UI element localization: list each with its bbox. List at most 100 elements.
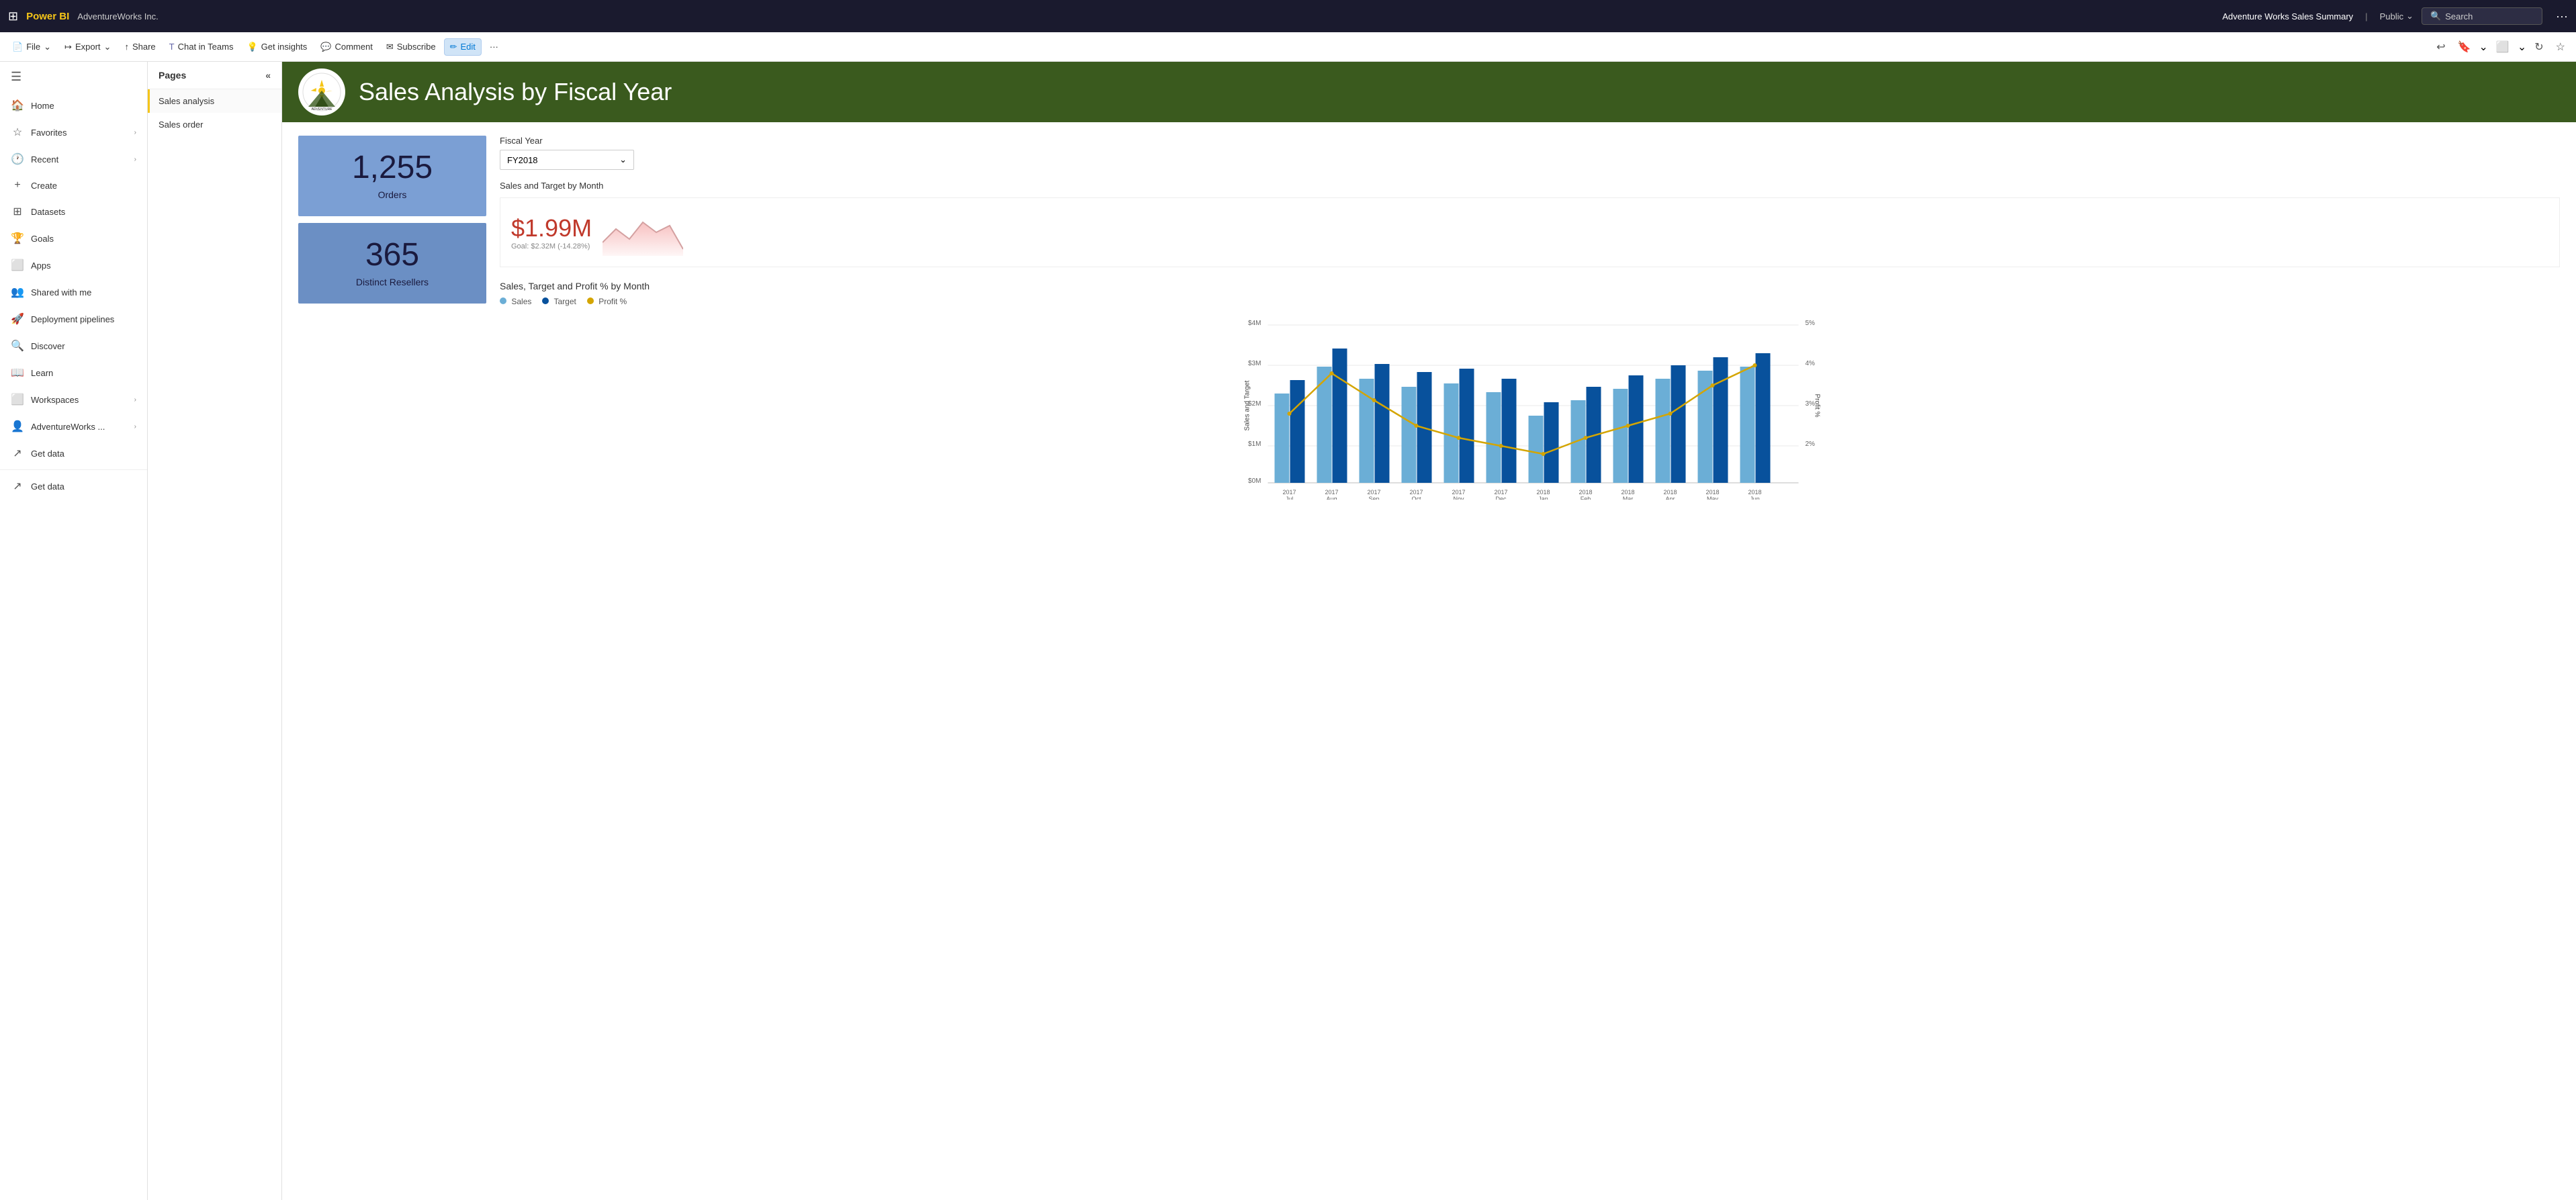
sidebar-item-shared[interactable]: 👥 Shared with me xyxy=(0,279,147,306)
more-options-icon[interactable]: ··· xyxy=(2556,9,2568,24)
waffle-icon[interactable]: ⊞ xyxy=(8,9,18,24)
sidebar-item-datasets[interactable]: ⊞ Datasets xyxy=(0,198,147,225)
file-icon: 📄 xyxy=(12,42,23,52)
chevron-right-icon: › xyxy=(134,156,136,163)
fiscal-year-dropdown[interactable]: FY2018 ⌄ xyxy=(500,150,634,170)
sidebar-label-apps: Apps xyxy=(31,261,51,271)
export-button[interactable]: ↦ Export ⌄ xyxy=(59,39,116,55)
sidebar-item-apps[interactable]: ⬜ Apps xyxy=(0,252,147,279)
apps-icon: ⬜ xyxy=(11,259,24,272)
sidebar-label-shared: Shared with me xyxy=(31,287,91,297)
bookmark-button[interactable]: 🔖 xyxy=(2454,38,2475,56)
goals-icon: 🏆 xyxy=(11,232,24,245)
svg-text:2017: 2017 xyxy=(1409,489,1423,496)
sidebar-item-adventureworks[interactable]: 👤 AdventureWorks ... › xyxy=(0,413,147,440)
legend-profit: Profit % xyxy=(587,297,627,306)
svg-text:2018: 2018 xyxy=(1748,489,1761,496)
fit-button[interactable]: ⬜ xyxy=(2492,38,2514,56)
favorites-icon: ☆ xyxy=(11,126,24,139)
sidebar-item-getdata[interactable]: ↗ Get data xyxy=(0,440,147,467)
sidebar-item-recent[interactable]: 🕐 Recent › xyxy=(0,146,147,173)
content-area: ADVENTURE Sales Analysis by Fiscal Year … xyxy=(282,62,2576,1200)
svg-text:2018: 2018 xyxy=(1663,489,1677,496)
favorite-button[interactable]: ☆ xyxy=(2552,38,2569,56)
sales-target-label: Sales and Target by Month xyxy=(500,181,2560,191)
deployment-icon: 🚀 xyxy=(11,312,24,326)
chat-in-teams-button[interactable]: T Chat in Teams xyxy=(164,39,239,54)
refresh-button[interactable]: ↻ xyxy=(2530,38,2547,56)
svg-text:$1M: $1M xyxy=(1248,441,1261,448)
page-item-sales_order[interactable]: Sales order xyxy=(148,113,281,136)
undo-button[interactable]: ↩ xyxy=(2432,38,2449,56)
search-placeholder: Search xyxy=(2445,11,2473,21)
svg-text:2018: 2018 xyxy=(1705,489,1719,496)
sidebar-item-learn[interactable]: 📖 Learn xyxy=(0,359,147,386)
edit-icon: ✏ xyxy=(450,42,457,52)
comment-icon: 💬 xyxy=(320,42,331,52)
main-layout: ☰ 🏠 Home ☆ Favorites › 🕐 Recent › + Crea… xyxy=(0,62,2576,1200)
report-left-column: 1,255 Orders 365 Distinct Resellers xyxy=(298,136,486,500)
learn-icon: 📖 xyxy=(11,366,24,379)
share-button[interactable]: ↑ Share xyxy=(119,39,161,54)
sidebar-item-deployment[interactable]: 🚀 Deployment pipelines xyxy=(0,306,147,332)
svg-text:2017: 2017 xyxy=(1452,489,1465,496)
sidebar-item-discover[interactable]: 🔍 Discover xyxy=(0,332,147,359)
search-icon: 🔍 xyxy=(2430,11,2441,21)
svg-text:Dec: Dec xyxy=(1495,496,1507,500)
legend-target: Target xyxy=(542,297,576,306)
kpi-orders-value: 1,255 xyxy=(312,152,473,184)
separator: | xyxy=(2365,11,2367,21)
sidebar-item-workspaces[interactable]: ⬜ Workspaces › xyxy=(0,386,147,413)
create-icon: + xyxy=(11,179,24,191)
sidebar-label-getdata: Get data xyxy=(31,449,64,459)
visibility-label[interactable]: Public ⌄ xyxy=(2380,11,2413,21)
sidebar-item-home[interactable]: 🏠 Home xyxy=(0,92,147,119)
home-icon: 🏠 xyxy=(11,99,24,112)
chart-svg: $4M $3M $2M $1M $0M 5% 4% 3% 2% xyxy=(500,312,2560,500)
fiscal-year-label: Fiscal Year xyxy=(500,136,2560,146)
recent-icon: 🕐 xyxy=(11,152,24,166)
svg-text:2017: 2017 xyxy=(1367,489,1380,496)
insights-icon: 💡 xyxy=(247,42,257,52)
discover-icon: 🔍 xyxy=(11,339,24,353)
edit-button[interactable]: ✏ Edit xyxy=(444,38,482,56)
svg-text:Sep: Sep xyxy=(1368,496,1379,500)
search-box[interactable]: 🔍 Search xyxy=(2422,7,2542,25)
sidebar-label-adventureworks: AdventureWorks ... xyxy=(31,422,105,432)
chevron-down-icon: ⌄ xyxy=(619,154,627,165)
file-button[interactable]: 📄 File ⌄ xyxy=(7,39,56,55)
hamburger-menu[interactable]: ☰ xyxy=(0,62,147,92)
kpi-resellers-value: 365 xyxy=(312,239,473,271)
svg-text:5%: 5% xyxy=(1806,320,1816,327)
workspaces-icon: ⬜ xyxy=(11,393,24,406)
sidebar-item-favorites[interactable]: ☆ Favorites › xyxy=(0,119,147,146)
main-chart: $4M $3M $2M $1M $0M 5% 4% 3% 2% xyxy=(500,312,2560,500)
svg-text:2017: 2017 xyxy=(1494,489,1507,496)
subscribe-button[interactable]: ✉ Subscribe xyxy=(381,39,441,55)
sidebar-divider xyxy=(0,469,147,470)
svg-text:2018: 2018 xyxy=(1579,489,1592,496)
sidebar-label-learn: Learn xyxy=(31,368,53,378)
more-toolbar-button[interactable]: ··· xyxy=(484,39,504,54)
collapse-pages-button[interactable]: « xyxy=(265,70,271,81)
svg-text:$3M: $3M xyxy=(1248,360,1261,367)
sales-amount-container: $1.99M Goal: $2.32M (-14.28%) xyxy=(511,214,592,250)
sidebar-label-datasets: Datasets xyxy=(31,207,65,217)
page-item-sales_analysis[interactable]: Sales analysis xyxy=(148,89,281,113)
svg-text:Apr: Apr xyxy=(1665,496,1675,500)
svg-text:4%: 4% xyxy=(1806,360,1816,367)
svg-text:Sales and Target: Sales and Target xyxy=(1244,380,1251,430)
comment-button[interactable]: 💬 Comment xyxy=(315,39,378,55)
adventure-works-logo: ADVENTURE xyxy=(298,68,345,116)
chevron-right-icon: › xyxy=(134,396,136,404)
kpi-resellers-card: 365 Distinct Resellers xyxy=(298,223,486,304)
pages-panel: Pages « Sales analysisSales order xyxy=(148,62,282,1200)
sidebar-item-getdata[interactable]: ↗ Get data xyxy=(0,473,147,500)
sidebar-label-deployment: Deployment pipelines xyxy=(31,314,114,324)
sidebar: ☰ 🏠 Home ☆ Favorites › 🕐 Recent › + Crea… xyxy=(0,62,148,1200)
sidebar-item-goals[interactable]: 🏆 Goals xyxy=(0,225,147,252)
sales-target-section: Sales and Target by Month $1.99M Goal: $… xyxy=(500,181,2560,267)
sidebar-item-create[interactable]: + Create xyxy=(0,173,147,198)
get-insights-button[interactable]: 💡 Get insights xyxy=(241,39,312,55)
export-icon: ↦ xyxy=(64,42,72,52)
